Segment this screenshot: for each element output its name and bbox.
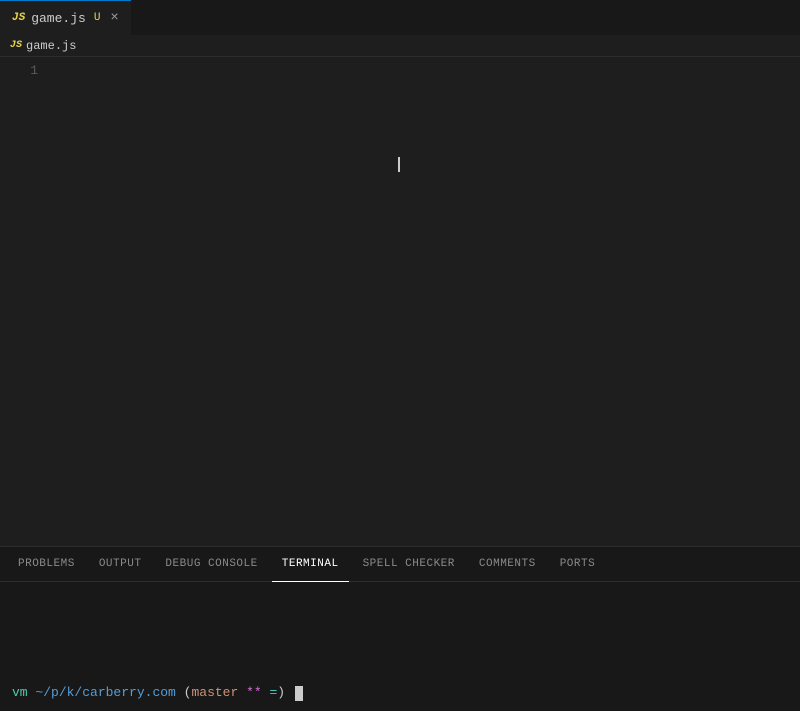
editor-content[interactable]: [50, 57, 800, 546]
terminal-content[interactable]: vm ~/p/k/carberry.com ( master ** = ): [0, 582, 800, 711]
panel-tab-bar: PROBLEMS OUTPUT DEBUG CONSOLE TERMINAL S…: [0, 547, 800, 582]
panel-tab-ports[interactable]: PORTS: [550, 547, 606, 582]
panel-tab-comments[interactable]: COMMENTS: [469, 547, 546, 582]
terminal-branch-text: master: [191, 683, 238, 703]
file-tab[interactable]: JS game.js U ×: [0, 0, 131, 35]
terminal-vm-text: vm: [12, 683, 28, 703]
tab-filename: game.js: [31, 11, 86, 26]
panel: PROBLEMS OUTPUT DEBUG CONSOLE TERMINAL S…: [0, 546, 800, 711]
text-cursor: [398, 157, 400, 172]
breadcrumb: JS game.js: [0, 35, 800, 57]
terminal-path-text: ~/p/k/carberry.com: [35, 683, 175, 703]
panel-tab-output[interactable]: OUTPUT: [89, 547, 152, 582]
panel-tab-terminal[interactable]: TERMINAL: [272, 547, 349, 582]
terminal-equals-text: =: [262, 683, 278, 703]
tab-file-icon: JS: [12, 12, 25, 24]
panel-tab-problems[interactable]: PROBLEMS: [8, 547, 85, 582]
panel-tab-spell-checker[interactable]: SPELL CHECKER: [353, 547, 465, 582]
terminal-branch-status: **: [238, 683, 261, 703]
line-number-1: 1: [0, 61, 38, 80]
terminal-space2: [285, 683, 293, 703]
terminal-space1: [28, 683, 36, 703]
tab-modified-indicator: U: [94, 12, 101, 24]
editor-area[interactable]: 1: [0, 57, 800, 546]
panel-tab-debug-console[interactable]: DEBUG CONSOLE: [155, 547, 267, 582]
terminal-prompt-line: vm ~/p/k/carberry.com ( master ** = ): [12, 683, 788, 703]
line-numbers: 1: [0, 57, 50, 546]
terminal-paren-close: ): [277, 683, 285, 703]
tab-bar: JS game.js U ×: [0, 0, 800, 35]
tab-close-button[interactable]: ×: [110, 10, 118, 26]
terminal-cursor: [295, 686, 303, 701]
breadcrumb-filename: game.js: [26, 39, 76, 53]
terminal-paren-open: (: [176, 683, 192, 703]
breadcrumb-file-icon: JS: [10, 40, 22, 51]
